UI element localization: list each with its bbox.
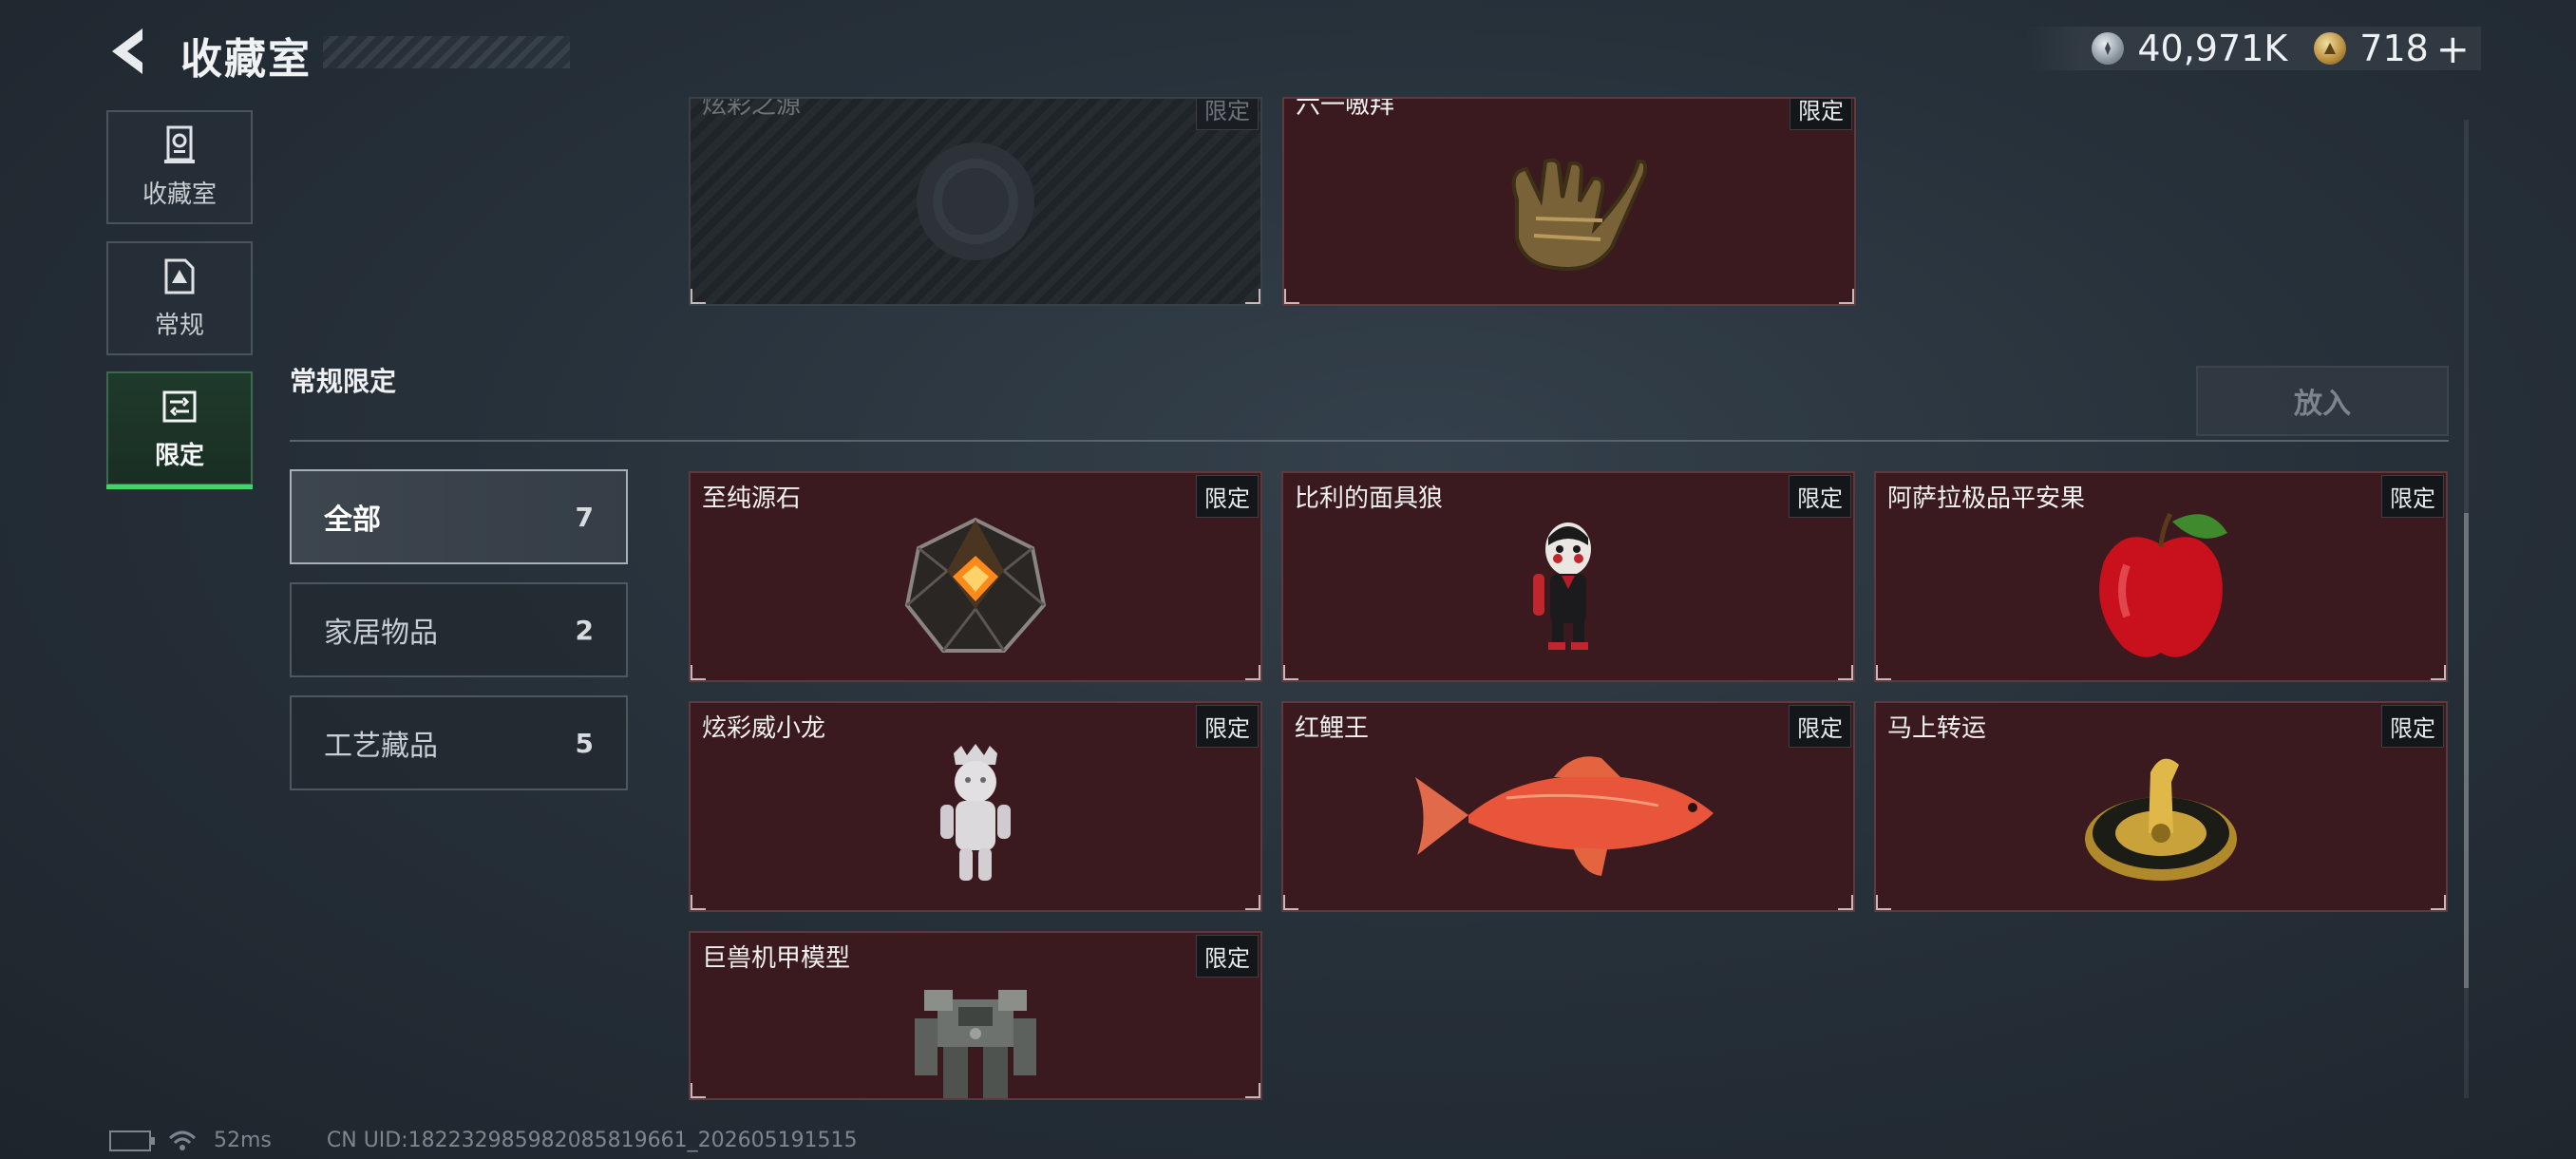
collection-card[interactable]: 巨兽机甲模型 限定 xyxy=(689,931,1262,1100)
limited-badge: 限定 xyxy=(2381,475,2444,518)
title-decoration xyxy=(323,36,570,68)
tab-label: 限定 xyxy=(154,441,204,470)
filter-home-items[interactable]: 家居物品 2 xyxy=(290,582,628,677)
card-name: 马上转运 xyxy=(1887,714,1987,743)
limited-badge: 限定 xyxy=(1196,705,1259,748)
koi-fish-icon xyxy=(1415,755,1714,876)
filter-all[interactable]: 全部 7 xyxy=(290,469,628,564)
limited-badge: 限定 xyxy=(1196,99,1259,130)
filter-label: 全部 xyxy=(324,504,381,537)
limited-badge: 限定 xyxy=(1789,475,1851,518)
card-name: 炫彩之源 xyxy=(702,97,802,120)
limited-badge: 限定 xyxy=(1789,705,1851,748)
source-stone-icon xyxy=(904,517,1047,653)
mech-model-icon xyxy=(915,989,1036,1098)
uid-text: CN UID:18223298598208581966​1_2026051915… xyxy=(326,1129,858,1152)
card-name: 六一嗷拜 xyxy=(1296,97,1395,120)
tab-regular[interactable]: 常规 xyxy=(106,241,253,355)
filter-count: 7 xyxy=(575,501,594,533)
gold-coin-icon xyxy=(2314,32,2347,65)
collection-card[interactable]: 至纯源石 限定 xyxy=(689,471,1262,682)
card-name: 炫彩威小龙 xyxy=(702,714,826,743)
limited-badge: 限定 xyxy=(1196,475,1259,518)
card-name: 比利的面具狼 xyxy=(1295,484,1444,513)
status-footer: 52ms CN UID:18223298598208581966​1_20260… xyxy=(109,1129,858,1152)
limited-badge: 限定 xyxy=(1790,99,1852,130)
white-figurine-icon xyxy=(940,743,1011,881)
apple-icon xyxy=(2099,512,2227,657)
collection-card[interactable]: 炫彩威小龙 限定 xyxy=(689,701,1262,912)
section-divider xyxy=(290,440,2449,442)
gold-balance: 718 xyxy=(2359,28,2429,69)
back-button[interactable] xyxy=(104,27,160,76)
collection-card[interactable]: 红鲤王 限定 xyxy=(1281,701,1855,912)
filter-label: 家居物品 xyxy=(324,617,438,650)
glove-icon xyxy=(1511,158,1648,271)
ping-value: 52ms xyxy=(214,1129,272,1152)
limited-badge: 限定 xyxy=(2381,705,2444,748)
filter-label: 工艺藏品 xyxy=(324,730,438,763)
put-in-button[interactable]: 放入 xyxy=(2196,366,2449,436)
filter-count: 5 xyxy=(575,727,594,759)
collection-card[interactable]: 比利的面具狼 限定 xyxy=(1281,471,1855,682)
battery-icon xyxy=(109,1130,155,1151)
puppet-figure-icon xyxy=(1533,522,1591,650)
card-name: 巨兽机甲模型 xyxy=(702,944,851,973)
silver-balance: 40,971K xyxy=(2137,28,2288,69)
wifi-icon xyxy=(168,1130,197,1150)
trophy-cabinet-icon xyxy=(164,125,195,163)
tab-label: 收藏室 xyxy=(142,180,217,209)
collection-card[interactable]: 马上转运 限定 xyxy=(1874,701,2448,912)
section-title: 常规限定 xyxy=(290,366,397,397)
tab-collection-room[interactable]: 收藏室 xyxy=(106,110,253,224)
add-currency-button[interactable]: + xyxy=(2436,26,2470,72)
collection-card[interactable]: 阿萨拉极品平安果 限定 xyxy=(1874,471,2448,682)
card-name: 红鲤王 xyxy=(1295,714,1370,743)
page-title: 收藏室 xyxy=(180,35,312,84)
tab-label: 常规 xyxy=(154,311,204,340)
locked-item-silhouette-icon xyxy=(917,142,1034,260)
currency-bar: 40,971K 718 + xyxy=(2025,26,2481,72)
document-icon xyxy=(164,258,195,294)
card-name: 至纯源石 xyxy=(702,484,802,513)
tab-limited[interactable]: 限定 xyxy=(106,371,253,489)
collection-card[interactable]: 六一嗷拜 限定 xyxy=(1282,97,1856,306)
golden-horse-coin-icon xyxy=(2085,758,2237,881)
collection-card-locked[interactable]: 炫彩之源 限定 xyxy=(689,97,1262,306)
scrollbar-thumb[interactable] xyxy=(2464,513,2469,988)
limited-frame-icon xyxy=(162,390,197,422)
card-name: 阿萨拉极品平安果 xyxy=(1887,484,2086,513)
filter-craft-items[interactable]: 工艺藏品 5 xyxy=(290,695,628,790)
silver-coin-icon xyxy=(2092,32,2125,65)
limited-badge: 限定 xyxy=(1196,935,1259,978)
filter-count: 2 xyxy=(575,614,594,646)
